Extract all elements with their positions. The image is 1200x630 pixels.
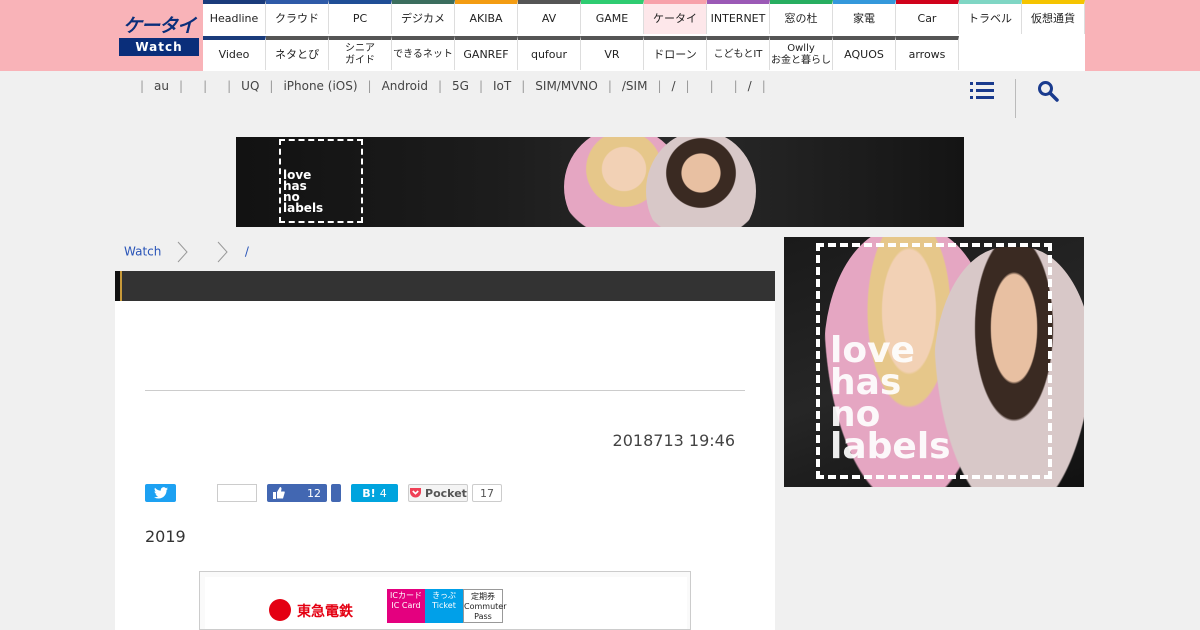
subnav-link-sim-mvno[interactable]: SIM/MVNO — [535, 79, 598, 93]
breadcrumb-home-link[interactable]: Watch — [124, 245, 161, 259]
nav-item-senior-guide[interactable]: シニア ガイド — [329, 36, 392, 70]
hatena-count: 4 — [379, 486, 387, 500]
facebook-like-button[interactable]: 12 — [267, 484, 327, 502]
nav-item-aquos[interactable]: AQUOS — [833, 36, 896, 70]
like-count: 12 — [307, 486, 321, 500]
nav-item-headline[interactable]: Headline — [203, 0, 266, 34]
twitter-share-button[interactable] — [145, 484, 176, 502]
menu-icon[interactable] — [970, 80, 994, 100]
subnav-link-android[interactable]: Android — [382, 79, 428, 93]
subnav-separator: | — [203, 79, 208, 93]
ad-slogan: love has no labels — [283, 168, 324, 215]
article-figure[interactable]: 東急電鉄 ICカード IC Card きっぷ Ticket 定期券 Commut… — [199, 571, 691, 630]
figure-brand-text: 東急電鉄 — [297, 604, 353, 620]
subnav-separator: | — [657, 79, 662, 93]
nav-item-arrows[interactable]: arrows — [896, 36, 959, 70]
breadcrumb-chevron-icon — [175, 241, 191, 263]
subnav-separator: | — [685, 79, 690, 93]
nav-item-car[interactable]: Car — [896, 0, 959, 34]
title-divider — [145, 390, 745, 391]
nav-row-1: Headline クラウド PC デジカメ AKIBA AV GAME ケータイ… — [203, 0, 1085, 34]
hatena-b-icon: B! — [362, 486, 376, 500]
sub-nav: | au | | | UQ | iPhone (iOS) | Android | 5G | IoT | SIM… — [130, 79, 776, 95]
tokyu-logo-icon — [269, 599, 291, 621]
breadcrumb-current[interactable]: / — [245, 245, 249, 259]
nav-item-digicame[interactable]: デジカメ — [392, 0, 455, 34]
subnav-separator: | — [140, 79, 145, 93]
subnav-link-iot[interactable]: IoT — [493, 79, 511, 93]
nav-row-2: Video ネタとぴ シニア ガイド できるネット GANREF qufour … — [203, 36, 1085, 70]
subnav-separator: | — [521, 79, 526, 93]
ad-photo-child-2 — [646, 137, 756, 227]
facebook-share-button[interactable] — [331, 484, 341, 502]
pocket-label: Pocket — [425, 486, 467, 500]
side-ad[interactable]: love has no labels — [784, 237, 1084, 487]
subnav-separator: | — [478, 79, 484, 93]
nav-item-kaden[interactable]: 家電 — [833, 0, 896, 34]
nav-item-video[interactable]: Video — [203, 36, 266, 70]
subnav-separator: | — [709, 79, 714, 93]
subnav-link-slash-1[interactable]: / — [671, 79, 675, 93]
ticket-machine-sign: ICカード IC Card きっぷ Ticket 定期券 Commuter Pa… — [387, 589, 506, 629]
nav-item-internet[interactable]: INTERNET — [707, 0, 770, 34]
subnav-link-uq[interactable]: UQ — [241, 79, 259, 93]
article-body-text: 2019 — [145, 527, 186, 546]
site-logo[interactable]: ケータイ Watch — [119, 14, 199, 56]
article-title-bar — [115, 271, 775, 301]
nav-item-drone[interactable]: ドローン — [644, 36, 707, 70]
nav-item-ganref[interactable]: GANREF — [455, 36, 518, 70]
subnav-separator: | — [733, 79, 738, 93]
nav-item-akiba[interactable]: AKIBA — [455, 0, 518, 34]
nav-item-cloud[interactable]: クラウド — [266, 0, 329, 34]
subnav-link-sim[interactable]: /SIM — [622, 79, 648, 93]
ad-slogan: love has no labels — [830, 330, 951, 467]
pocket-icon — [410, 488, 422, 498]
article-date: 2018713 19:46 — [612, 431, 735, 450]
pocket-count: 17 — [472, 484, 502, 502]
subnav-separator: | — [761, 79, 766, 93]
nav-item-pc[interactable]: PC — [329, 0, 392, 34]
nav-item-av[interactable]: AV — [518, 0, 581, 34]
nav-item-netatopi[interactable]: ネタとぴ — [266, 36, 329, 70]
subnav-link-5g[interactable]: 5G — [452, 79, 469, 93]
nav-item-dekiru-net[interactable]: できるネット — [392, 36, 455, 70]
subnav-separator: | — [269, 79, 274, 93]
nav-item-keitai[interactable]: ケータイ — [644, 0, 707, 34]
subnav-link-iphone[interactable]: iPhone (iOS) — [283, 79, 357, 93]
search-icon[interactable] — [1037, 80, 1059, 102]
subnav-separator: | — [607, 79, 612, 93]
nav-item-vr[interactable]: VR — [581, 36, 644, 70]
article-main: 2018713 19:46 12 B! 4 Pocket 17 2019 東急電… — [115, 271, 775, 630]
nav-item-owlly[interactable]: Owlly お金と暮らし — [770, 36, 833, 70]
nav-item-madonomori[interactable]: 窓の杜 — [770, 0, 833, 34]
banner-ad[interactable]: love has no labels — [236, 137, 964, 227]
social-buttons: 12 B! 4 Pocket 17 — [145, 484, 745, 504]
nav-item-kodomo-it[interactable]: こどもとIT — [707, 36, 770, 70]
sign-ic-card: ICカード IC Card — [387, 589, 425, 623]
logo-bottom-text: Watch — [119, 38, 199, 56]
hatena-bookmark-button[interactable]: B! 4 — [351, 484, 398, 502]
nav-item-qufour[interactable]: qufour — [518, 36, 581, 70]
subnav-separator: | — [367, 79, 372, 93]
sign-ticket: きっぷ Ticket — [425, 589, 463, 623]
nav-item-crypto[interactable]: 仮想通貨 — [1022, 0, 1085, 34]
pocket-button[interactable]: Pocket — [408, 484, 468, 502]
header-divider — [1015, 79, 1016, 118]
subnav-separator: | — [227, 79, 232, 93]
breadcrumb-chevron-icon — [215, 241, 231, 263]
share-count-box — [217, 484, 257, 502]
logo-top-text: ケータイ — [122, 15, 196, 37]
sign-commuter-pass: 定期券 Commuter Pass — [463, 589, 506, 623]
site-nav: Headline クラウド PC デジカメ AKIBA AV GAME ケータイ… — [203, 0, 1085, 71]
subnav-link-slash-2[interactable]: / — [748, 79, 752, 93]
subnav-separator: | — [179, 79, 184, 93]
breadcrumb: Watch / — [124, 241, 249, 263]
twitter-bird-icon — [153, 487, 168, 499]
thumbs-up-icon — [273, 487, 285, 499]
nav-item-game[interactable]: GAME — [581, 0, 644, 34]
figure-photo: 東急電鉄 ICカード IC Card きっぷ Ticket 定期券 Commut… — [205, 577, 687, 629]
nav-item-travel[interactable]: トラベル — [959, 0, 1022, 34]
subnav-link-au[interactable]: au — [154, 79, 169, 93]
subnav-separator: | — [437, 79, 443, 93]
